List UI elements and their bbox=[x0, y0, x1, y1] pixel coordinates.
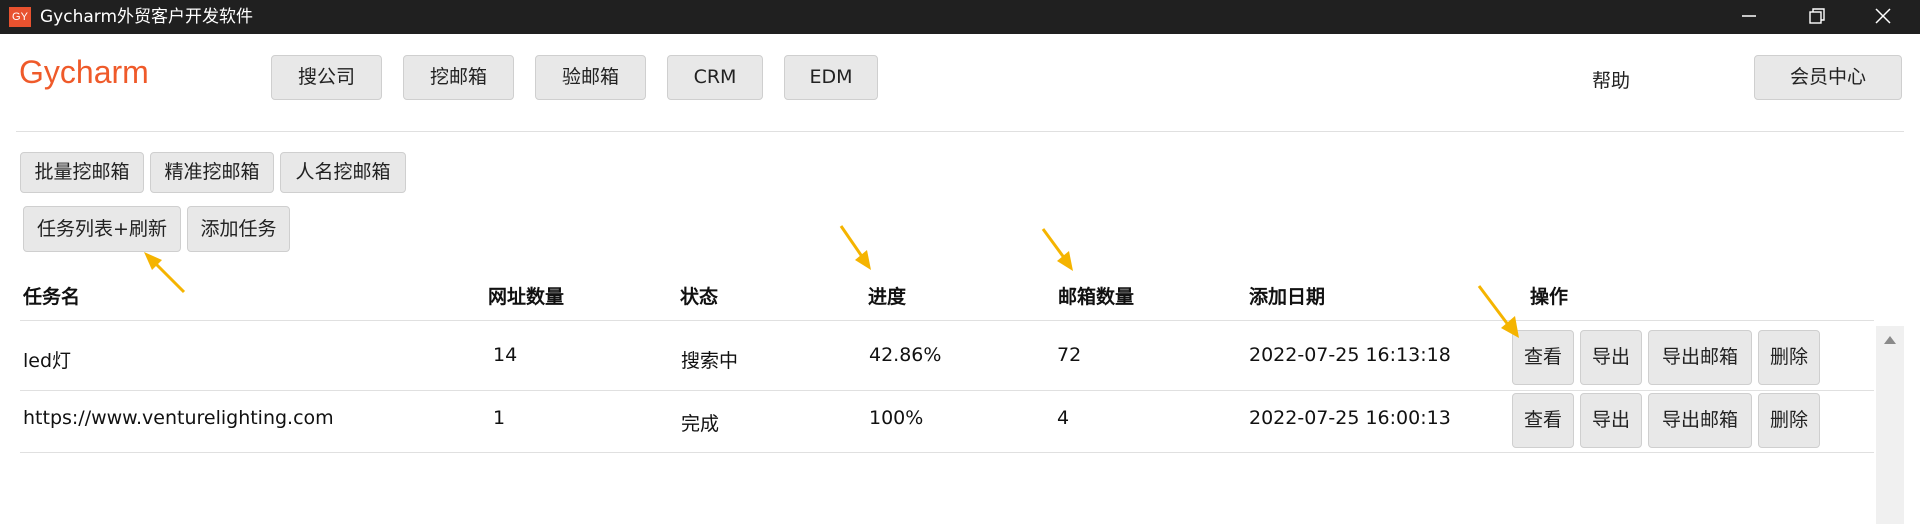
cell-date: 2022-07-25 16:13:18 bbox=[1249, 344, 1451, 366]
nav-dig-email-button[interactable]: 挖邮箱 bbox=[403, 55, 514, 100]
name-dig-email-button[interactable]: 人名挖邮箱 bbox=[280, 152, 406, 193]
cell-url-count: 1 bbox=[493, 407, 506, 429]
nav-crm-button[interactable]: CRM bbox=[667, 55, 763, 100]
delete-button[interactable]: 删除 bbox=[1758, 393, 1820, 448]
cell-progress: 100% bbox=[869, 407, 924, 429]
nav-search-company-button[interactable]: 搜公司 bbox=[271, 55, 382, 100]
delete-button[interactable]: 删除 bbox=[1758, 330, 1820, 385]
export-button[interactable]: 导出 bbox=[1580, 330, 1642, 385]
nav-edm-button[interactable]: EDM bbox=[784, 55, 878, 100]
help-link[interactable]: 帮助 bbox=[1592, 66, 1630, 93]
column-header-progress: 进度 bbox=[868, 286, 907, 308]
precise-dig-email-button[interactable]: 精准挖邮箱 bbox=[150, 152, 274, 193]
annotation-arrow-icon bbox=[144, 252, 186, 294]
table-header-divider bbox=[20, 320, 1874, 321]
column-header-email-count: 邮箱数量 bbox=[1058, 286, 1135, 308]
column-header-date: 添加日期 bbox=[1249, 286, 1326, 308]
vertical-scrollbar[interactable] bbox=[1876, 326, 1904, 524]
restore-button[interactable] bbox=[1788, 0, 1844, 34]
table-row-divider bbox=[20, 390, 1874, 391]
header-divider bbox=[16, 131, 1904, 132]
table-row-divider bbox=[20, 452, 1874, 453]
cell-task-name: led灯 bbox=[23, 350, 72, 372]
minimize-icon bbox=[1742, 15, 1756, 17]
column-header-actions: 操作 bbox=[1530, 286, 1569, 308]
view-button[interactable]: 查看 bbox=[1512, 393, 1574, 448]
cell-status: 完成 bbox=[681, 413, 720, 435]
annotation-arrow-icon bbox=[839, 225, 871, 270]
cell-progress: 42.86% bbox=[869, 344, 942, 366]
scroll-up-icon[interactable] bbox=[1884, 336, 1896, 344]
export-emails-button[interactable]: 导出邮箱 bbox=[1648, 330, 1752, 385]
window-titlebar: GY Gycharm外贸客户开发软件 bbox=[0, 0, 1920, 34]
cell-email-count: 72 bbox=[1057, 344, 1082, 366]
annotation-arrow-icon bbox=[1041, 228, 1073, 271]
export-emails-button[interactable]: 导出邮箱 bbox=[1648, 393, 1752, 448]
restore-icon bbox=[1809, 8, 1825, 24]
column-header-url-count: 网址数量 bbox=[488, 286, 565, 308]
close-icon bbox=[1875, 8, 1891, 24]
batch-dig-email-button[interactable]: 批量挖邮箱 bbox=[20, 152, 144, 193]
nav-verify-email-button[interactable]: 验邮箱 bbox=[535, 55, 646, 100]
member-center-button[interactable]: 会员中心 bbox=[1754, 55, 1902, 100]
column-header-task-name: 任务名 bbox=[23, 286, 81, 308]
cell-task-name: https://www.venturelighting.com bbox=[23, 407, 334, 429]
annotation-arrow-icon bbox=[1477, 285, 1519, 338]
cell-date: 2022-07-25 16:00:13 bbox=[1249, 407, 1451, 429]
add-task-button[interactable]: 添加任务 bbox=[187, 206, 290, 252]
app-logo-icon: GY bbox=[9, 7, 31, 27]
export-button[interactable]: 导出 bbox=[1580, 393, 1642, 448]
column-header-status: 状态 bbox=[680, 286, 719, 308]
minimize-button[interactable] bbox=[1720, 0, 1776, 34]
brand-logo: Gycharm bbox=[19, 54, 149, 90]
close-button[interactable] bbox=[1855, 0, 1911, 34]
cell-url-count: 14 bbox=[493, 344, 518, 366]
cell-email-count: 4 bbox=[1057, 407, 1070, 429]
cell-status: 搜索中 bbox=[681, 350, 739, 372]
task-list-refresh-button[interactable]: 任务列表+刷新 bbox=[23, 206, 181, 252]
window-title: Gycharm外贸客户开发软件 bbox=[40, 7, 254, 27]
